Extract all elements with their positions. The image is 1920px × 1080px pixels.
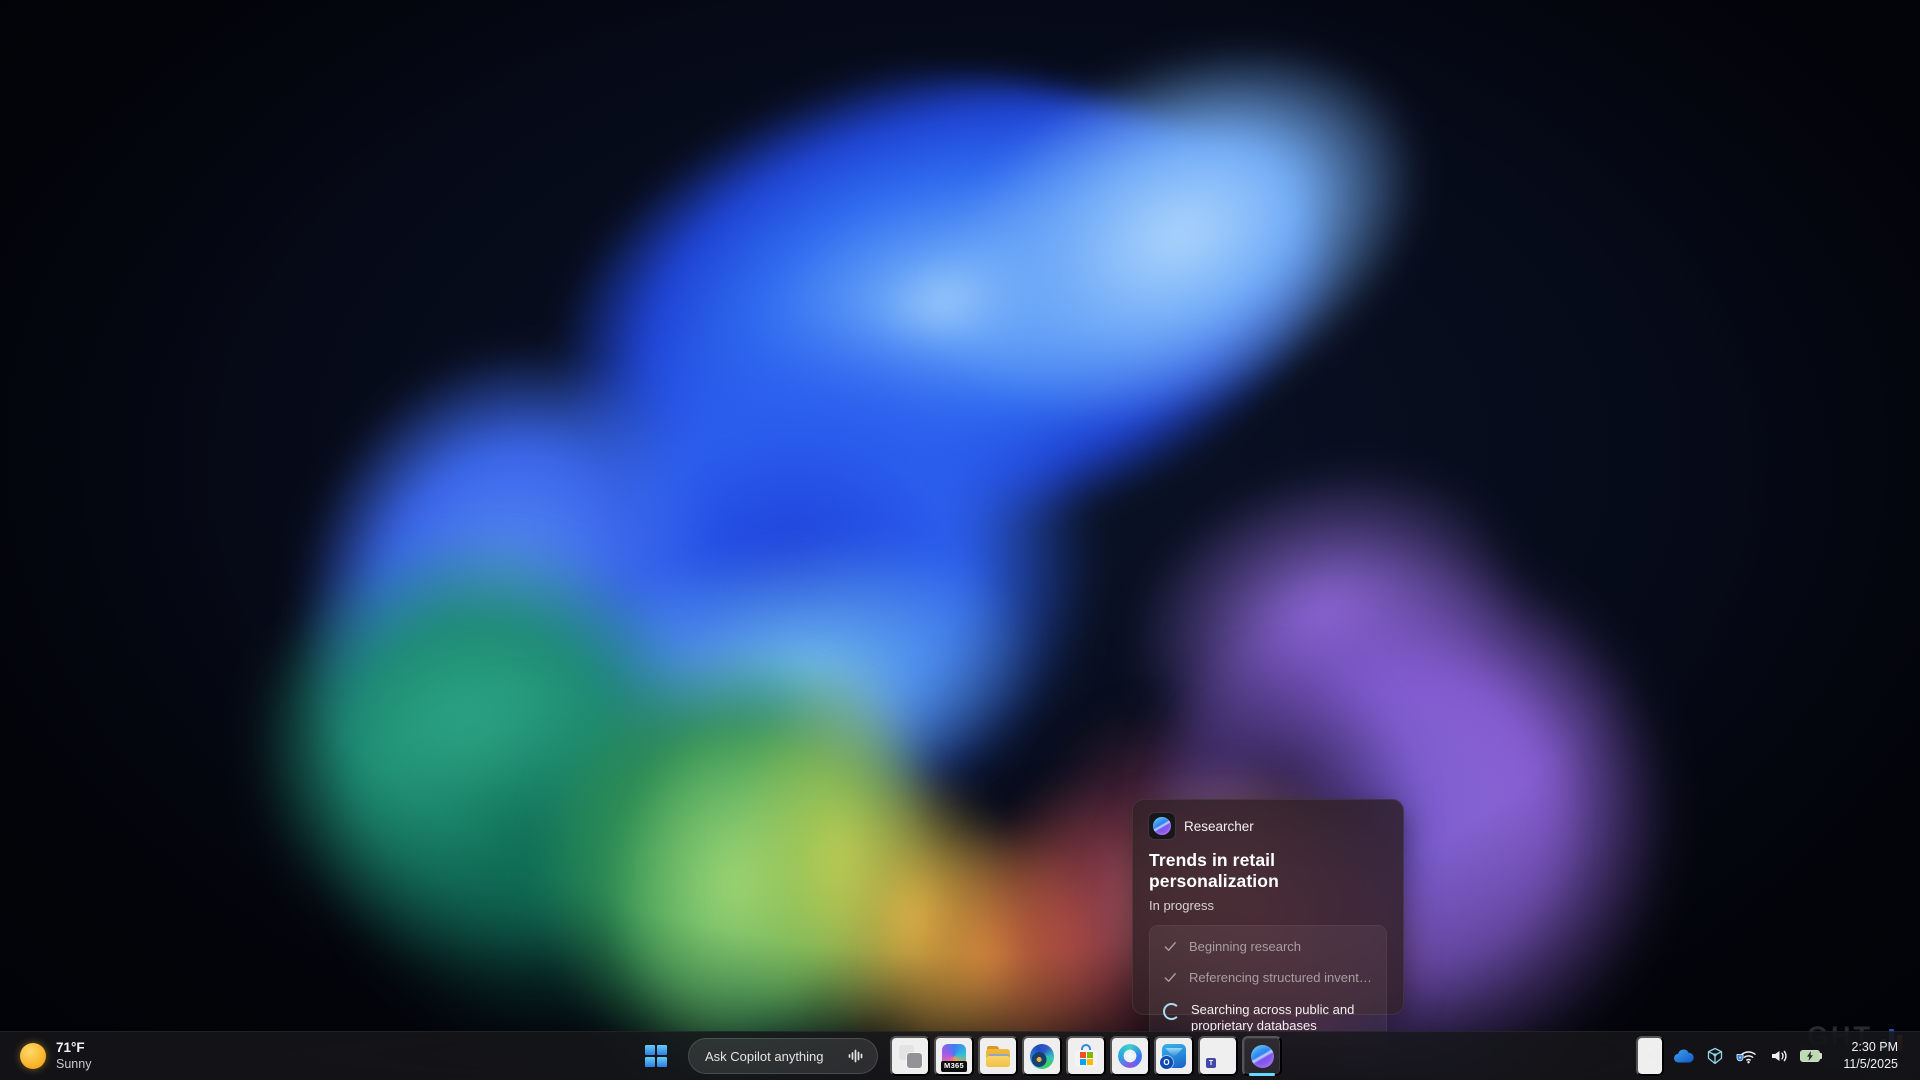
weather-temp: 71°F xyxy=(56,1040,91,1057)
weather-condition: Sunny xyxy=(56,1057,91,1072)
windows-logo-icon xyxy=(645,1045,667,1067)
wallpaper-vignette xyxy=(0,0,1920,1080)
desktop: GHT Researcher Trends in retail personal… xyxy=(0,0,1920,1080)
research-step-done: Beginning research xyxy=(1163,938,1373,955)
checkmark-icon xyxy=(1163,970,1178,985)
progress-spinner-icon xyxy=(1163,1003,1180,1020)
wallpaper-bloom xyxy=(0,0,1920,1080)
flyout-app-name: Researcher xyxy=(1184,819,1254,834)
checkmark-icon xyxy=(1163,939,1178,954)
tray-icons xyxy=(1672,1046,1823,1066)
flyout-header: Researcher xyxy=(1149,813,1387,839)
flyout-status: In progress xyxy=(1149,898,1387,913)
weather-text: 71°F Sunny xyxy=(56,1040,91,1072)
onedrive-icon[interactable] xyxy=(1672,1048,1694,1064)
tray-time: 2:30 PM xyxy=(1851,1039,1898,1056)
copilot-icon xyxy=(1153,817,1171,835)
task-view-button[interactable] xyxy=(890,1036,930,1076)
file-explorer-icon xyxy=(986,1046,1010,1067)
weather-widget[interactable]: 71°F Sunny xyxy=(12,1032,99,1080)
microsoft-store-button[interactable] xyxy=(1066,1036,1106,1076)
step-label: Searching across public and proprietary … xyxy=(1191,1001,1367,1035)
outlook-letter: O xyxy=(1160,1056,1173,1069)
teams-letter: T xyxy=(1206,1058,1216,1068)
tray-chevron-button[interactable] xyxy=(1636,1036,1664,1076)
flyout-title: Trends in retail personalization xyxy=(1149,850,1387,892)
battery-charging-icon[interactable] xyxy=(1800,1050,1823,1062)
researcher-flyout-card[interactable]: Researcher Trends in retail personalizat… xyxy=(1132,799,1404,1015)
copilot-search-input[interactable]: Ask Copilot anything xyxy=(688,1038,878,1074)
step-label: Beginning research xyxy=(1189,938,1301,955)
start-button[interactable] xyxy=(636,1036,676,1076)
taskbar-app-row: M365 xyxy=(890,1036,1282,1076)
speaker-icon[interactable] xyxy=(1769,1047,1789,1065)
edge-icon xyxy=(1030,1044,1054,1069)
researcher-app-chip xyxy=(1149,813,1175,839)
microsoft-store-icon xyxy=(1074,1044,1098,1068)
copilot-icon xyxy=(1251,1045,1274,1068)
copilot-app-button[interactable] xyxy=(1242,1036,1282,1076)
tray-date: 11/5/2025 xyxy=(1843,1056,1898,1073)
loop-sparkle-button[interactable] xyxy=(1110,1036,1150,1076)
clock[interactable]: 2:30 PM 11/5/2025 xyxy=(1837,1035,1904,1077)
teams-button[interactable]: T xyxy=(1198,1036,1238,1076)
teams-icon: T xyxy=(1206,1044,1230,1068)
task-view-icon xyxy=(899,1045,922,1068)
wifi-shield-icon[interactable] xyxy=(1736,1047,1758,1065)
sun-icon xyxy=(20,1043,46,1069)
edge-button[interactable] xyxy=(1022,1036,1062,1076)
m365-badge: M365 xyxy=(941,1061,967,1071)
outlook-icon: O xyxy=(1162,1044,1186,1068)
voice-waveform-icon[interactable] xyxy=(847,1047,865,1065)
studio-effects-icon[interactable] xyxy=(1705,1046,1725,1066)
outlook-button[interactable]: O xyxy=(1154,1036,1194,1076)
research-steps-panel: Beginning research Referencing structure… xyxy=(1149,925,1387,1047)
chevron-up-icon xyxy=(1644,1048,1656,1064)
search-placeholder: Ask Copilot anything xyxy=(705,1049,824,1064)
active-app-indicator xyxy=(1249,1073,1275,1076)
m365-copilot-button[interactable]: M365 xyxy=(934,1036,974,1076)
m365-copilot-icon: M365 xyxy=(942,1044,966,1069)
taskbar: 71°F Sunny Ask Copilot anything xyxy=(0,1031,1920,1080)
system-tray: 2:30 PM 11/5/2025 xyxy=(1636,1032,1920,1080)
research-step-done: Referencing structured invention d... xyxy=(1163,969,1373,986)
sparkle-loop-icon xyxy=(1118,1044,1142,1068)
research-step-active: Searching across public and proprietary … xyxy=(1163,1001,1373,1035)
file-explorer-button[interactable] xyxy=(978,1036,1018,1076)
step-label: Referencing structured invention d... xyxy=(1189,969,1373,986)
